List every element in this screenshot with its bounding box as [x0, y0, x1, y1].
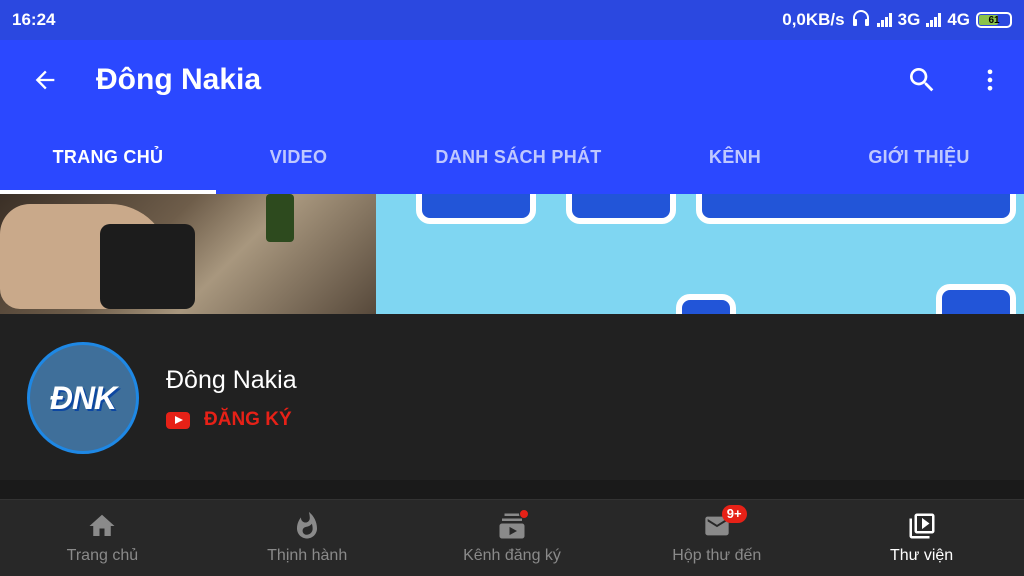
signal-icon-2: [926, 13, 942, 27]
section-divider: [0, 480, 1024, 500]
signal-icon: [876, 13, 892, 27]
battery-icon: 61: [976, 12, 1012, 28]
status-bar: 16:24 0,0KB/s 3G 4G 61: [0, 0, 1024, 40]
new-content-dot: [518, 509, 529, 519]
net-speed: 0,0KB/s: [782, 10, 845, 29]
inbox-count-badge: 9+: [721, 505, 747, 523]
more-options-button[interactable]: [956, 40, 1024, 120]
tab-about[interactable]: GIỚI THIỆU: [814, 120, 1024, 194]
nav-home-label: Trang chủ: [66, 547, 139, 564]
page-title: Đông Nakia: [96, 63, 262, 96]
subscribe-label: ĐĂNG KÝ: [204, 409, 292, 430]
mail-icon: 9+: [700, 505, 747, 541]
tab-home[interactable]: TRANG CHỦ: [0, 120, 216, 194]
library-icon: [905, 511, 939, 541]
status-indicators: 0,0KB/s 3G 4G 61: [782, 9, 1012, 32]
nav-home[interactable]: Trang chủ: [0, 500, 205, 576]
nav-inbox[interactable]: 9+ Hộp thư đến: [614, 500, 819, 576]
tab-video[interactable]: VIDEO: [216, 120, 381, 194]
channel-banner: [0, 194, 1024, 314]
nav-subscriptions-label: Kênh đăng ký: [463, 547, 561, 564]
subscribe-button[interactable]: ĐĂNG KÝ: [166, 409, 292, 431]
bottom-nav: Trang chủ Thịnh hành Kênh đăng ký 9+ Hộp…: [0, 500, 1024, 576]
back-button[interactable]: [0, 40, 90, 120]
tab-channels[interactable]: KÊNH: [656, 120, 814, 194]
home-icon: [85, 511, 119, 541]
nav-library-label: Thư viện: [889, 547, 954, 564]
network-type-2: 4G: [947, 10, 970, 29]
nav-library[interactable]: Thư viện: [819, 500, 1024, 576]
banner-photo: [0, 194, 376, 314]
youtube-play-icon: [166, 411, 190, 429]
back-arrow-icon: [35, 70, 55, 90]
network-type-1: 3G: [897, 10, 921, 29]
nav-trending[interactable]: Thịnh hành: [205, 500, 410, 576]
tab-playlists[interactable]: DANH SÁCH PHÁT: [381, 120, 656, 194]
search-button[interactable]: [888, 40, 956, 120]
channel-name: Đông Nakia: [166, 366, 297, 394]
nav-inbox-label: Hộp thư đến: [672, 547, 762, 564]
battery-level: 61: [988, 14, 1000, 26]
app-bar: Đông Nakia: [0, 40, 1024, 120]
headphones-icon: [851, 9, 871, 32]
search-icon: [910, 68, 934, 92]
more-vert-icon: [987, 69, 993, 91]
fire-icon: [290, 511, 324, 541]
channel-header: ĐNK Đông Nakia ĐĂNG KÝ: [0, 314, 1024, 480]
nav-trending-label: Thịnh hành: [267, 547, 348, 564]
subscriptions-icon: [495, 509, 529, 541]
status-time: 16:24: [12, 10, 56, 29]
banner-graphic: [376, 194, 1024, 314]
avatar[interactable]: ĐNK: [27, 342, 139, 454]
avatar-logo-text: ĐNK: [49, 379, 117, 416]
nav-subscriptions[interactable]: Kênh đăng ký: [410, 500, 615, 576]
channel-tabs: TRANG CHỦ VIDEO DANH SÁCH PHÁT KÊNH GIỚI…: [0, 120, 1024, 194]
